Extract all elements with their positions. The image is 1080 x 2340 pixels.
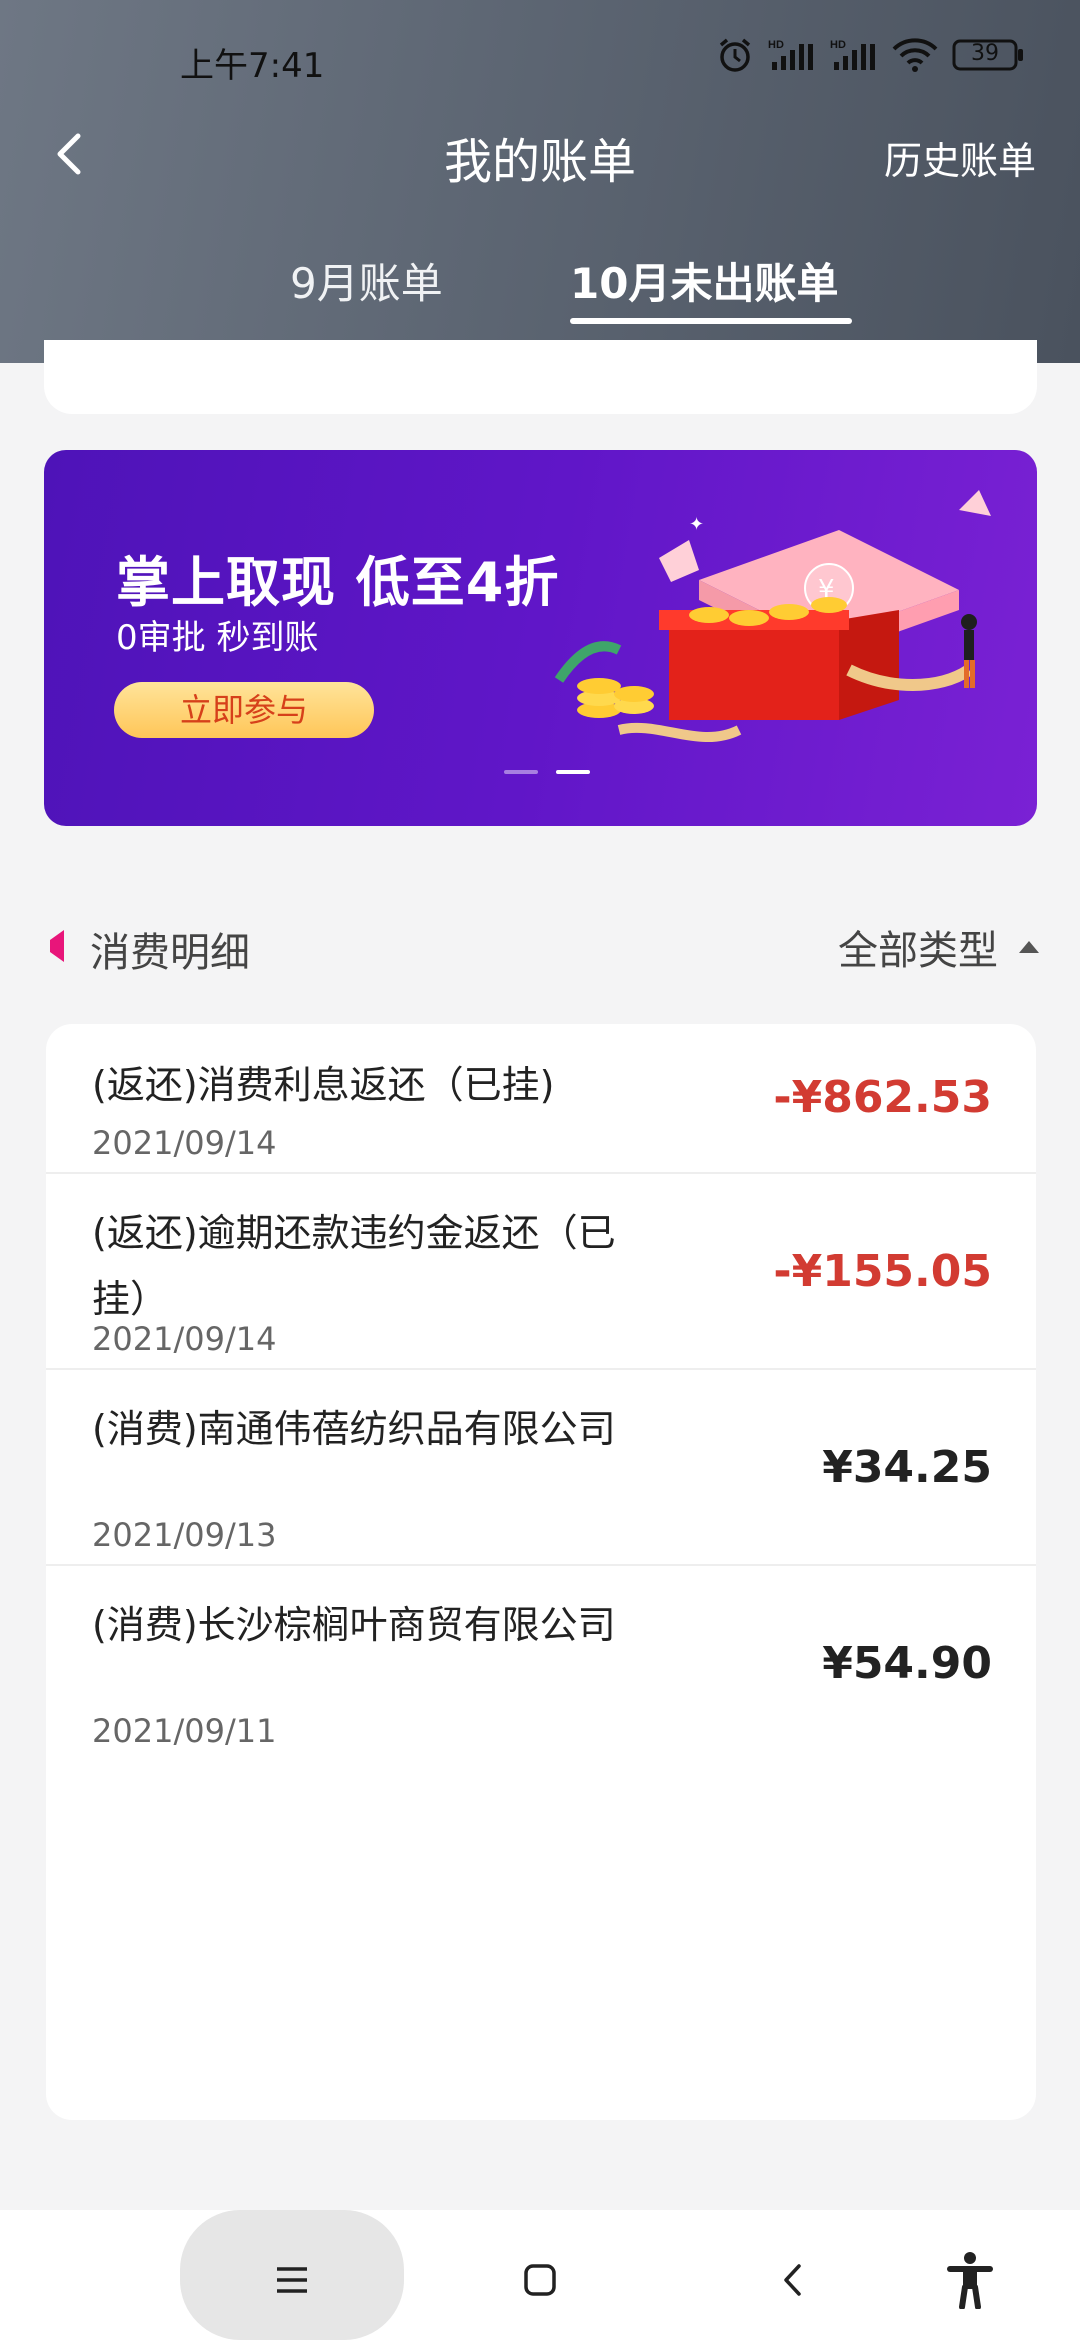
- summary-card-bottom: [44, 340, 1037, 414]
- section-title: 消费明细: [90, 930, 250, 976]
- transaction-list: (返还)消费利息返还（已挂) 2021/09/14 -¥862.53 (返还)逾…: [46, 1024, 1036, 2120]
- status-icons: HD HD 39: [716, 36, 1024, 74]
- transaction-date: 2021/09/13: [92, 1516, 277, 1554]
- transaction-date: 2021/09/14: [92, 1320, 277, 1358]
- promo-banner[interactable]: 掌上取现 低至4折 0审批 秒到账 立即参与 ✦ ✦ ¥: [44, 450, 1037, 826]
- transaction-title: (消费)长沙棕榈叶商贸有限公司: [92, 1603, 616, 1647]
- transaction-date: 2021/09/14: [92, 1124, 277, 1162]
- accessibility-button[interactable]: [940, 2250, 1000, 2310]
- transaction-amount: ¥54.90: [822, 1638, 992, 1689]
- transaction-row[interactable]: (消费)南通伟蓓纺织品有限公司 2021/09/13 ¥34.25: [46, 1370, 1036, 1566]
- accessibility-person-icon: [947, 2252, 993, 2309]
- transaction-title: (返还)逾期还款违约金返还（已挂）: [92, 1211, 616, 1321]
- history-bills-link[interactable]: 历史账单: [884, 130, 1036, 185]
- tab-september-bill[interactable]: 9月账单: [290, 250, 443, 311]
- header-bar: 上午7:41 HD HD 39 我的账单 历史账单 9月账单 10月未出账单: [0, 0, 1080, 363]
- join-now-button[interactable]: 立即参与: [114, 682, 374, 738]
- type-filter-label: 全部类型: [838, 928, 998, 974]
- signal-hd-icon: HD: [768, 39, 813, 70]
- transaction-date: 2021/09/11: [92, 1712, 277, 1750]
- spending-detail-header: 消费明细 全部类型: [0, 910, 1080, 980]
- battery-level: 39: [971, 41, 999, 66]
- alarm-icon: [719, 38, 751, 72]
- hamburger-menu-icon: [277, 2267, 307, 2293]
- transaction-amount: ¥34.25: [822, 1442, 992, 1493]
- system-back-button[interactable]: [762, 2250, 822, 2310]
- svg-text:HD: HD: [830, 39, 846, 51]
- banner-page-dot-active: [556, 770, 590, 774]
- system-nav-bar: [0, 2210, 1080, 2340]
- battery-icon: 39: [952, 39, 1024, 71]
- menu-button[interactable]: [262, 2250, 322, 2310]
- chevron-left-icon: [784, 2264, 801, 2296]
- wifi-icon: [892, 38, 938, 72]
- active-tab-indicator: [570, 318, 852, 324]
- transaction-title: (返还)消费利息返还（已挂): [92, 1063, 555, 1107]
- banner-title: 掌上取现 低至4折: [116, 551, 560, 614]
- status-time: 上午7:41: [180, 46, 325, 86]
- home-button[interactable]: [510, 2250, 570, 2310]
- tab-october-unbilled[interactable]: 10月未出账单: [570, 250, 838, 311]
- gift-money-illustration: ✦ ✦ ¥: [554, 490, 991, 743]
- banner-page-dot: [504, 770, 538, 774]
- svg-text:HD: HD: [768, 39, 784, 51]
- banner-subtitle: 0审批 秒到账: [116, 618, 319, 658]
- section-marker-icon: [50, 930, 64, 962]
- signal-hd-icon-2: HD: [830, 39, 875, 70]
- transaction-amount: -¥155.05: [773, 1246, 992, 1297]
- transaction-title: (消费)南通伟蓓纺织品有限公司: [92, 1407, 616, 1451]
- svg-text:✦: ✦: [689, 514, 704, 535]
- transaction-row[interactable]: (返还)逾期还款违约金返还（已挂） 2021/09/14 -¥155.05: [46, 1174, 1036, 1370]
- type-filter-dropdown[interactable]: 全部类型: [838, 918, 1040, 976]
- transaction-row[interactable]: (消费)长沙棕榈叶商贸有限公司 2021/09/11 ¥54.90: [46, 1566, 1036, 1762]
- transaction-amount: -¥862.53: [773, 1072, 992, 1123]
- square-home-icon: [524, 2264, 556, 2296]
- caret-up-icon: [1019, 941, 1039, 953]
- transaction-row[interactable]: (返还)消费利息返还（已挂) 2021/09/14 -¥862.53: [46, 1024, 1036, 1174]
